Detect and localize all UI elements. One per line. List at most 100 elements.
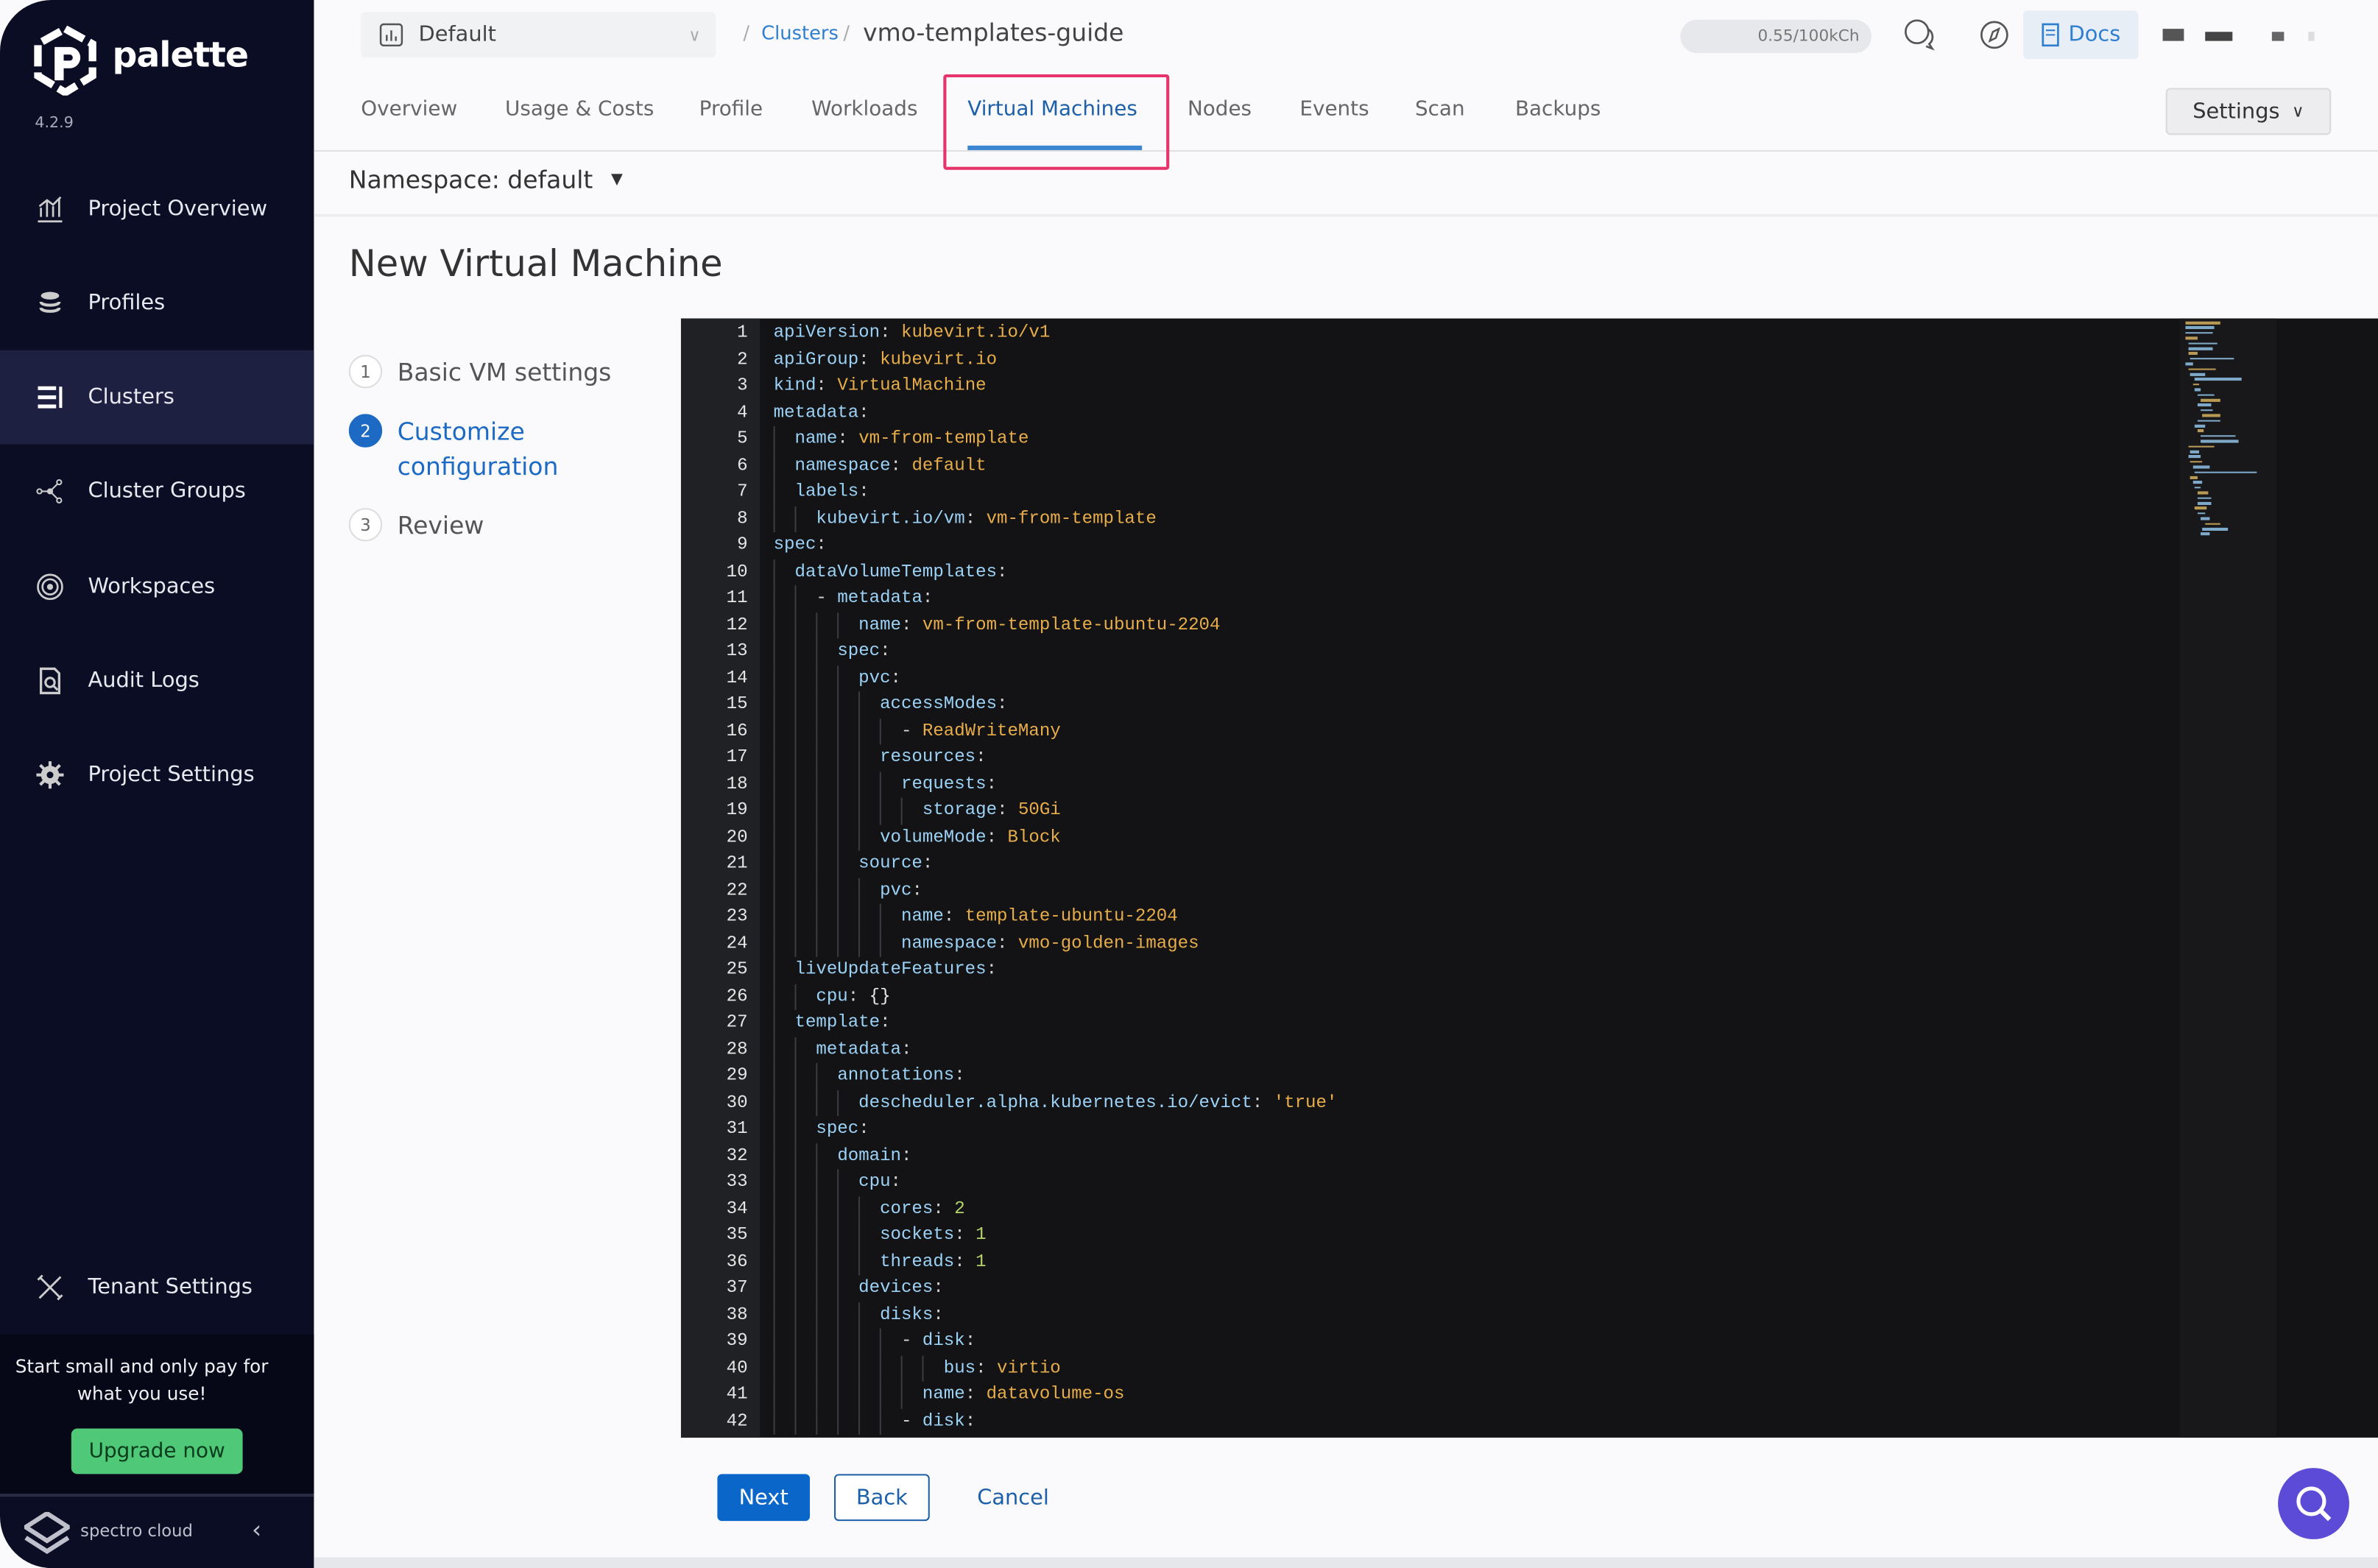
sidebar-item-label: Cluster Groups: [88, 478, 246, 504]
code-line: accessModes:: [880, 693, 1008, 715]
tab-events[interactable]: Events: [1299, 97, 1369, 121]
sidebar-item-tenant-settings[interactable]: Tenant Settings: [0, 1240, 314, 1335]
tab-workloads[interactable]: Workloads: [811, 97, 917, 121]
line-number: 10: [726, 560, 748, 582]
upgrade-now-button[interactable]: Upgrade now: [71, 1428, 243, 1475]
docs-label: Docs: [2068, 22, 2121, 47]
tab-nodes[interactable]: Nodes: [1188, 97, 1252, 121]
code-line: - metadata:: [816, 587, 934, 609]
line-number: 20: [726, 825, 748, 847]
minimap-line: [2190, 357, 2234, 360]
docs-button[interactable]: Docs: [2023, 10, 2139, 60]
minimap-line: [2195, 424, 2205, 427]
code-line: resources:: [880, 746, 987, 768]
minimap-line: [2190, 372, 2206, 375]
stack-icon: [39, 292, 61, 313]
step-label: Customize configuration: [397, 417, 559, 481]
code-line: name: datavolume-os: [922, 1382, 1125, 1405]
line-number: 35: [726, 1223, 748, 1246]
breadcrumb-separator: /: [743, 21, 750, 44]
minimap-line: [2197, 403, 2212, 406]
tab-profile[interactable]: Profile: [699, 97, 763, 121]
wizard-step-2[interactable]: 2 Customize configuration: [348, 414, 637, 484]
line-number: 27: [726, 1011, 748, 1033]
brand-name: spectro cloud: [80, 1521, 193, 1541]
step-label: Review: [397, 511, 484, 540]
code-line: threads: 1: [880, 1250, 987, 1272]
step-label: Basic VM settings: [397, 358, 612, 387]
sidebar-item-project-settings[interactable]: Project Settings: [0, 728, 314, 822]
collapse-sidebar-chevron-icon[interactable]: ‹: [252, 1515, 261, 1544]
minimap-line: [2202, 414, 2220, 417]
line-number: 1: [737, 321, 748, 343]
code-line: bus: virtio: [943, 1356, 1061, 1378]
line-number: 19: [726, 799, 748, 821]
tab-backups[interactable]: Backups: [1515, 97, 1601, 121]
cancel-button[interactable]: Cancel: [959, 1474, 1068, 1521]
code-line: spec:: [773, 534, 827, 555]
minimap-line: [2197, 491, 2209, 494]
minimap-line: [2197, 512, 2206, 515]
next-button[interactable]: Next: [717, 1474, 811, 1522]
minimap-line: [2200, 398, 2221, 401]
minimap-line: [2200, 439, 2239, 442]
cluster-groups-icon: [36, 478, 63, 504]
chevron-down-icon: ∨: [688, 24, 701, 45]
namespace-selector[interactable]: Namespace: default ▼: [349, 166, 623, 194]
project-chart-icon: [379, 23, 403, 47]
minimap-line: [2185, 321, 2221, 324]
tab-usage-costs[interactable]: Usage & Costs: [505, 97, 654, 121]
project-selector[interactable]: Default ∨: [361, 12, 716, 58]
palette-logo-icon: [34, 26, 96, 96]
minimap-line: [2195, 506, 2206, 509]
sidebar-item-clusters[interactable]: Clusters: [0, 350, 314, 445]
minimap-line: [2195, 486, 2201, 489]
minimap-line: [2185, 336, 2198, 339]
app-name: palette: [112, 36, 249, 76]
step-number: 2: [348, 414, 383, 448]
line-number: 24: [726, 931, 748, 953]
highlight-box: [943, 74, 1170, 170]
tab-scan[interactable]: Scan: [1415, 97, 1465, 121]
code-line: spec:: [837, 640, 891, 662]
chat-icon[interactable]: [1902, 18, 1938, 52]
sidebar: palette 4.2.9 Tenant Settings Start smal…: [0, 0, 314, 1568]
wizard-step-1[interactable]: 1 Basic VM settings: [348, 355, 612, 389]
sidebar-item-profiles[interactable]: Profiles: [0, 256, 314, 350]
editor-minimap[interactable]: [2179, 318, 2277, 1438]
code-line: liveUpdateFeatures:: [794, 958, 998, 980]
user-avatar-blurred[interactable]: [2162, 26, 2321, 44]
compass-icon[interactable]: [1979, 20, 2009, 50]
settings-dropdown[interactable]: Settings ∨: [2165, 88, 2332, 135]
yaml-code-editor[interactable]: 1 2 3 4 5 6 7 8 9 10 11 12 13 14 15 16 17 18 19 20 21 22 23 24 2…: [680, 318, 2378, 1438]
divider: [314, 213, 2378, 217]
search-icon: [2296, 1486, 2331, 1521]
minimap-line: [2197, 429, 2204, 432]
line-number: 33: [726, 1170, 748, 1193]
tab-overview[interactable]: Overview: [361, 97, 457, 121]
code-line: metadata:: [816, 1038, 912, 1059]
sidebar-item-audit-logs[interactable]: Audit Logs: [0, 634, 314, 728]
code-line: storage: 50Gi: [922, 799, 1061, 821]
tools-icon: [37, 1274, 63, 1301]
line-number: 8: [737, 507, 748, 529]
code-line: spec:: [816, 1117, 869, 1140]
code-line: annotations:: [837, 1064, 965, 1086]
breadcrumb-clusters-link[interactable]: Clusters: [761, 21, 839, 44]
minimap-line: [2187, 352, 2198, 355]
namespace-label: Namespace: default: [348, 165, 593, 194]
line-number: 32: [726, 1144, 748, 1166]
page-title: New Virtual Machine: [348, 242, 723, 286]
code-line: kubevirt.io/vm: vm-from-template: [816, 507, 1157, 529]
line-number: 6: [737, 453, 748, 476]
code-line: template:: [794, 1011, 891, 1033]
credits-usage[interactable]: 0.55/100kCh: [1680, 19, 1872, 54]
sidebar-item-label: Clusters: [88, 385, 174, 410]
tab-virtual-machines[interactable]: Virtual Machines: [967, 97, 1137, 121]
sidebar-item-workspaces[interactable]: Workspaces: [0, 540, 314, 634]
sidebar-item-project-overview[interactable]: Project Overview: [0, 162, 314, 256]
wizard-step-3[interactable]: 3 Review: [348, 508, 484, 543]
sidebar-item-cluster-groups[interactable]: Cluster Groups: [0, 445, 314, 539]
back-button[interactable]: Back: [834, 1474, 930, 1522]
search-help-button[interactable]: [2278, 1468, 2349, 1539]
